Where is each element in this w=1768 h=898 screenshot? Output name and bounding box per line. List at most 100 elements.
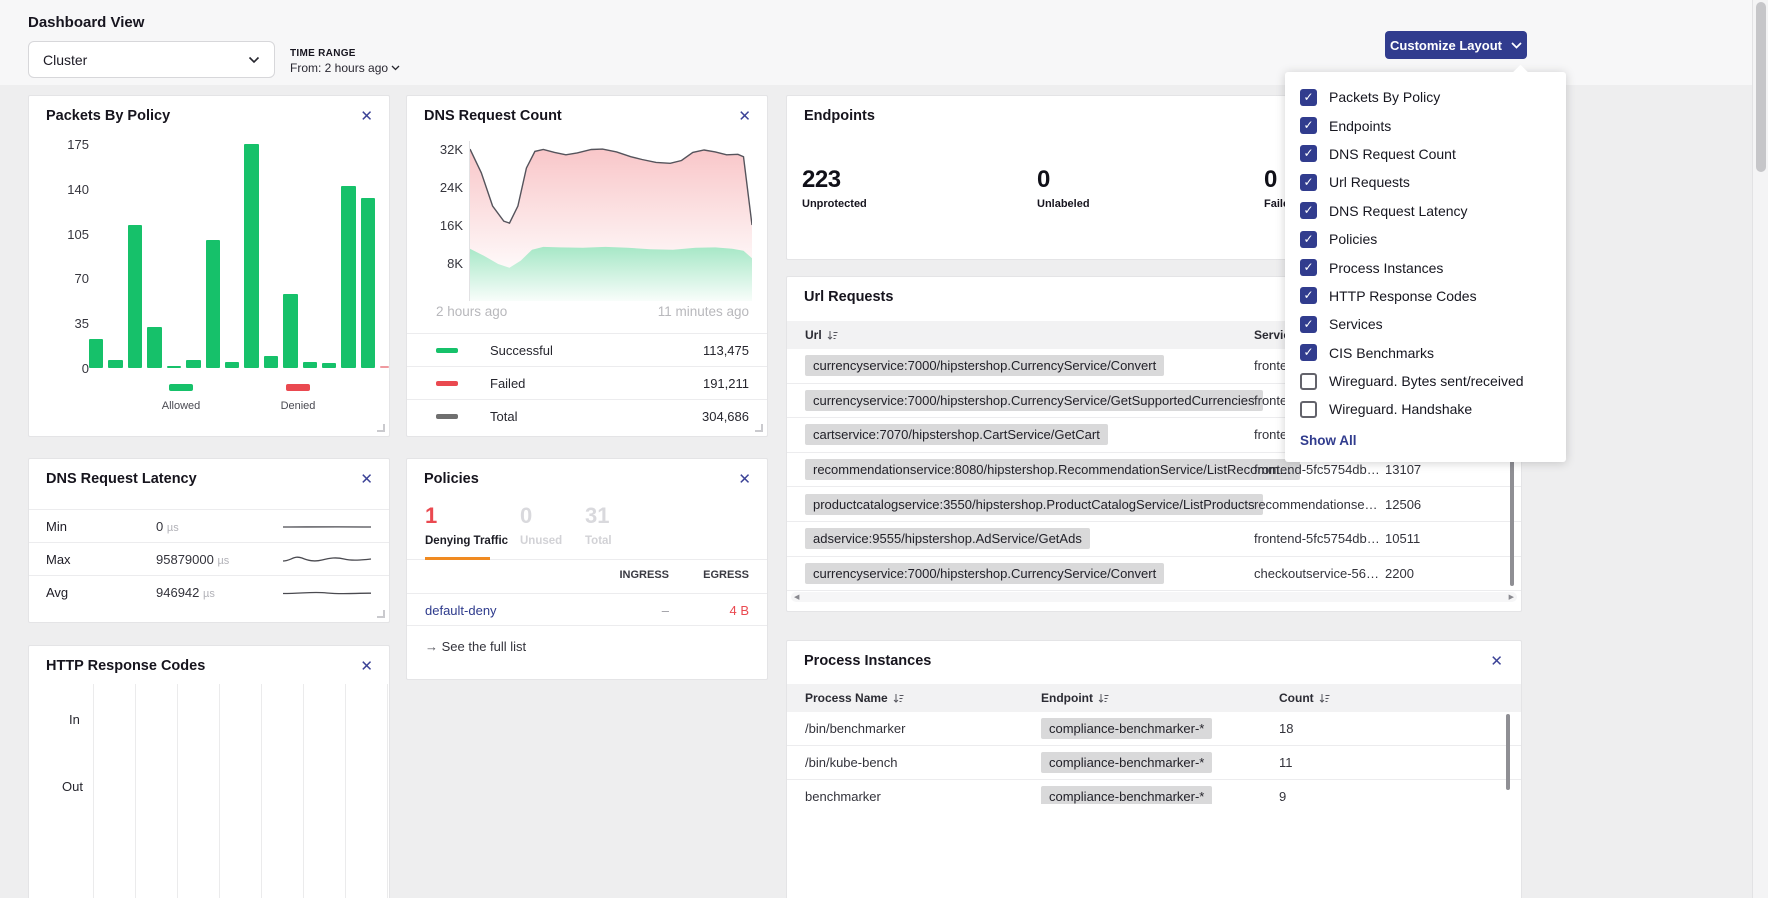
- legend-item-denied: Denied: [263, 378, 333, 412]
- page-scrollbar[interactable]: [1752, 0, 1768, 898]
- customize-layout-button[interactable]: Customize Layout: [1385, 31, 1527, 59]
- close-icon[interactable]: ✕: [360, 109, 373, 124]
- checkbox-checked-icon[interactable]: ✓: [1300, 316, 1317, 333]
- checkbox-unchecked-icon[interactable]: [1300, 401, 1317, 418]
- customize-menu-item[interactable]: ✓Endpoints: [1285, 111, 1566, 139]
- y-tick-label: 0: [44, 361, 89, 376]
- column-header-process-name[interactable]: Process Name: [805, 691, 904, 705]
- panel-dns-request-count: DNS Request Count ✕ 32K24K16K8K: [406, 95, 768, 437]
- egress-header: EGRESS: [669, 569, 749, 581]
- process-table-row[interactable]: /bin/benchmarkercompliance-benchmarker-*…: [787, 712, 1521, 746]
- column-header-url[interactable]: Url: [805, 328, 838, 342]
- url-cell: currencyservice:7000/hipstershop.Currenc…: [805, 563, 1164, 584]
- policy-link-default-deny[interactable]: default-deny: [425, 603, 497, 618]
- time-range-value: From: 2 hours ago: [290, 61, 388, 75]
- bar-allowed: [206, 240, 220, 368]
- checkbox-unchecked-icon[interactable]: [1300, 373, 1317, 390]
- dns-area-chart: [469, 141, 751, 301]
- show-all-link[interactable]: Show All: [1300, 433, 1566, 448]
- tab-denying-traffic[interactable]: Denying Traffic: [425, 535, 508, 547]
- customize-menu-item-label: Wireguard. Bytes sent/received: [1329, 373, 1524, 389]
- customize-menu-item-label: DNS Request Count: [1329, 146, 1456, 162]
- checkbox-checked-icon[interactable]: ✓: [1300, 174, 1317, 191]
- checkbox-checked-icon[interactable]: ✓: [1300, 117, 1317, 134]
- bar-denied: [380, 366, 389, 368]
- y-tick-label: 8K: [407, 256, 463, 271]
- process-table-row[interactable]: /bin/kube-benchcompliance-benchmarker-*1…: [787, 746, 1521, 780]
- endpoint-cell: compliance-benchmarker-*: [1041, 786, 1212, 804]
- process-table-row[interactable]: benchmarkercompliance-benchmarker-*9: [787, 780, 1521, 804]
- arrow-right-icon: →: [425, 639, 442, 654]
- customize-menu-item[interactable]: ✓ DNS Request Count: [1285, 140, 1566, 168]
- customize-menu-item[interactable]: Wireguard. Handshake: [1285, 395, 1566, 423]
- checkbox-checked-icon[interactable]: ✓: [1300, 145, 1317, 162]
- url-cell: productcatalogservice:3550/hipstershop.P…: [805, 494, 1263, 515]
- checkbox-checked-icon[interactable]: ✓: [1300, 287, 1317, 304]
- checkbox-checked-icon[interactable]: ✓: [1300, 259, 1317, 276]
- tab-denying-traffic-value: 1: [425, 503, 437, 529]
- endpoint-cell: compliance-benchmarker-*: [1041, 752, 1212, 773]
- page-scrollbar-thumb[interactable]: [1756, 2, 1766, 172]
- customize-menu-item[interactable]: ✓ Process Instances: [1285, 253, 1566, 281]
- y-tick-label: 70: [44, 271, 89, 286]
- legend-name: Successful: [490, 343, 553, 358]
- service-cell: frontend-5fc5754db…: [1254, 531, 1382, 546]
- checkbox-checked-icon[interactable]: ✓: [1300, 89, 1317, 106]
- bar-allowed: [244, 144, 258, 368]
- total-swatch-icon: [436, 414, 458, 419]
- time-range-selector[interactable]: From: 2 hours ago: [290, 61, 400, 75]
- scroll-right-icon[interactable]: ▶: [1509, 593, 1514, 601]
- see-full-list-link[interactable]: → See the full list: [425, 639, 526, 654]
- close-icon[interactable]: ✕: [738, 109, 751, 124]
- bar-allowed: [283, 294, 297, 368]
- customize-menu-item-label: DNS Request Latency: [1329, 203, 1468, 219]
- horizontal-scrollbar[interactable]: ◀ ▶: [791, 592, 1517, 602]
- tab-total[interactable]: Total: [585, 535, 612, 547]
- customize-menu-item-label: Process Instances: [1329, 260, 1443, 276]
- customize-menu-item[interactable]: Wireguard. Bytes sent/received: [1285, 367, 1566, 395]
- checkbox-checked-icon[interactable]: ✓: [1300, 344, 1317, 361]
- customize-menu-item[interactable]: ✓ DNS Request Latency: [1285, 197, 1566, 225]
- tab-unused-value: 0: [520, 503, 532, 529]
- close-icon[interactable]: ✕: [738, 472, 751, 487]
- close-icon[interactable]: ✕: [360, 472, 373, 487]
- view-selector-value: Cluster: [43, 52, 87, 68]
- vertical-scrollbar-thumb[interactable]: [1510, 441, 1514, 586]
- customize-menu-item[interactable]: ✓CIS Benchmarks: [1285, 339, 1566, 367]
- tab-unused[interactable]: Unused: [520, 535, 562, 547]
- url-table-row[interactable]: productcatalogservice:3550/hipstershop.P…: [787, 487, 1521, 522]
- checkbox-checked-icon[interactable]: ✓: [1300, 231, 1317, 248]
- vertical-scrollbar-thumb[interactable]: [1506, 714, 1510, 790]
- column-header-endpoint[interactable]: Endpoint: [1041, 691, 1109, 705]
- customize-menu-item[interactable]: ✓Policies: [1285, 225, 1566, 253]
- y-tick-label: 35: [44, 316, 89, 331]
- panel-title: DNS Request Count: [424, 108, 562, 124]
- y-tick-label: 32K: [407, 142, 463, 157]
- stat-value: 223: [802, 166, 867, 194]
- latency-label: Max: [46, 552, 71, 567]
- resize-handle[interactable]: [755, 424, 763, 432]
- scroll-left-icon[interactable]: ◀: [794, 593, 799, 601]
- customize-menu-item[interactable]: ✓Url Requests: [1285, 168, 1566, 196]
- chevron-down-icon: [248, 56, 260, 64]
- customize-menu-item[interactable]: ✓HTTP Response Codes: [1285, 282, 1566, 310]
- resize-handle[interactable]: [377, 610, 385, 618]
- close-icon[interactable]: ✕: [360, 659, 373, 674]
- customize-menu-item[interactable]: ✓Services: [1285, 310, 1566, 338]
- bar-allowed: [341, 186, 355, 368]
- view-selector[interactable]: Cluster: [28, 41, 275, 78]
- endpoints-stat-unlabeled: 0 Unlabeled: [1037, 166, 1090, 210]
- latency-label: Avg: [46, 585, 68, 600]
- resize-handle[interactable]: [377, 424, 385, 432]
- process-name-cell: /bin/kube-bench: [805, 755, 898, 770]
- url-table-row[interactable]: adservice:9555/hipstershop.AdService/Get…: [787, 522, 1521, 557]
- customize-menu-item[interactable]: ✓Packets By Policy: [1285, 83, 1566, 111]
- successful-swatch-icon: [436, 348, 458, 353]
- http-chart-grid: [93, 684, 388, 898]
- url-table-row[interactable]: currencyservice:7000/hipstershop.Currenc…: [787, 557, 1521, 592]
- column-header-count[interactable]: Count: [1279, 691, 1330, 705]
- failed-swatch-icon: [436, 381, 458, 386]
- sort-icon: [1098, 693, 1109, 704]
- checkbox-checked-icon[interactable]: ✓: [1300, 202, 1317, 219]
- close-icon[interactable]: ✕: [1490, 654, 1503, 669]
